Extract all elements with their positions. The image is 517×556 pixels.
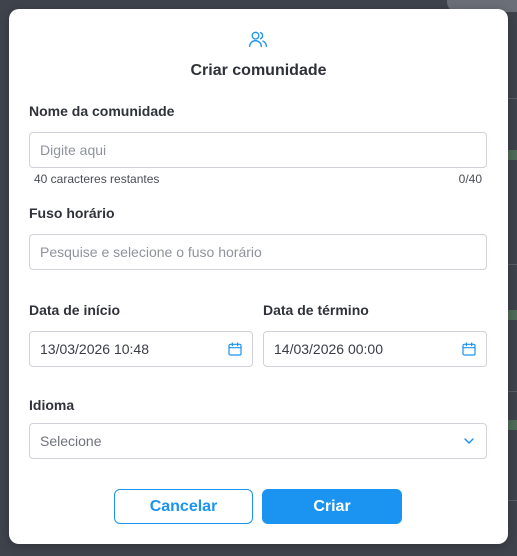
background-marker (507, 310, 517, 320)
timezone-field[interactable] (29, 234, 487, 270)
start-date-value: 13/03/2026 10:48 (40, 341, 149, 357)
start-date-label: Data de início (29, 302, 121, 318)
end-date-label: Data de término (263, 302, 369, 318)
background-marker (507, 420, 517, 430)
users-icon (249, 31, 267, 48)
community-name-label: Nome da comunidade (29, 103, 175, 119)
create-community-dialog: Criar comunidade Nome da comunidade 40 c… (9, 9, 508, 544)
end-date-value: 14/03/2026 00:00 (274, 341, 383, 357)
cancel-button[interactable]: Cancelar (114, 489, 253, 524)
dialog-title: Criar comunidade (190, 62, 327, 79)
community-name-input[interactable] (40, 133, 476, 167)
background-marker (507, 150, 517, 160)
end-date-field[interactable]: 14/03/2026 00:00 (263, 331, 487, 367)
create-button[interactable]: Criar (262, 489, 402, 524)
start-date-field[interactable]: 13/03/2026 10:48 (29, 331, 253, 367)
chevron-down-icon (464, 438, 474, 444)
timezone-label: Fuso horário (29, 205, 115, 221)
timezone-search-input[interactable] (40, 235, 476, 269)
language-select[interactable]: Selecione (29, 423, 487, 459)
character-counter: 0/40 (458, 172, 482, 186)
calendar-icon[interactable] (227, 341, 243, 357)
language-label: Idioma (29, 397, 75, 413)
calendar-icon[interactable] (461, 341, 477, 357)
remaining-characters-text: 40 caracteres restantes (34, 172, 160, 186)
community-name-field[interactable] (29, 132, 487, 168)
language-selected-value: Selecione (40, 433, 102, 449)
